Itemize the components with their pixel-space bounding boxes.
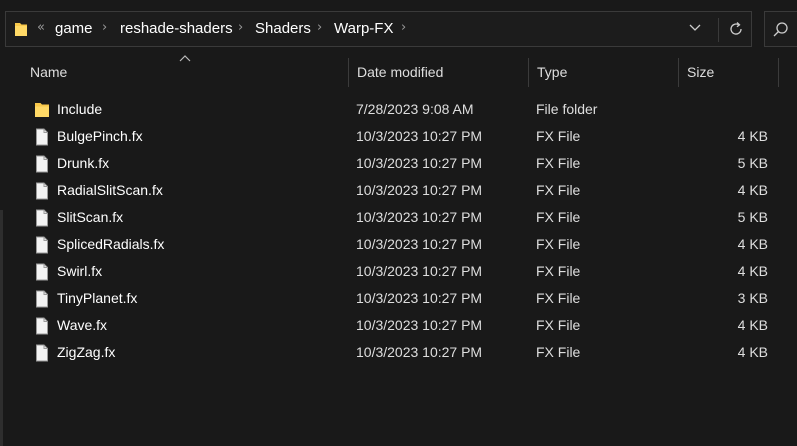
file-type: FX File	[536, 209, 581, 225]
file-type: FX File	[536, 263, 581, 279]
file-icon	[34, 128, 50, 146]
file-icon	[34, 155, 50, 173]
file-date-modified: 10/3/2023 10:27 PM	[356, 290, 483, 306]
file-date-modified: 10/3/2023 10:27 PM	[356, 128, 483, 144]
address-divider	[718, 18, 719, 42]
file-name: TinyPlanet.fx	[57, 290, 138, 306]
file-size: 4 KB	[737, 263, 768, 279]
file-name: Wave.fx	[57, 317, 108, 333]
crumb-separator-icon[interactable]: ›	[317, 19, 322, 37]
file-row[interactable]: BulgePinch.fx 10/3/2023 10:27 PM FX File…	[0, 123, 797, 150]
column-header: Name Date modified Type Size	[0, 58, 797, 87]
crumb-reshade-shaders[interactable]: reshade-shaders	[120, 20, 233, 38]
crumb-separator-icon[interactable]: ›	[238, 19, 243, 37]
file-row[interactable]: RadialSlitScan.fx 10/3/2023 10:27 PM FX …	[0, 177, 797, 204]
file-name: Drunk.fx	[57, 155, 110, 171]
file-name: RadialSlitScan.fx	[57, 182, 163, 198]
file-row[interactable]: SlitScan.fx 10/3/2023 10:27 PM FX File 5…	[0, 204, 797, 231]
file-icon	[34, 236, 50, 254]
file-type: File folder	[536, 101, 598, 117]
folder-icon	[15, 23, 27, 36]
search-box[interactable]	[764, 11, 797, 47]
file-row[interactable]: Include 7/28/2023 9:08 AM File folder	[0, 96, 797, 123]
file-size: 4 KB	[737, 236, 768, 252]
file-name: SplicedRadials.fx	[57, 236, 165, 252]
folder-icon	[34, 101, 50, 119]
file-icon	[34, 344, 50, 362]
sort-ascending-icon	[179, 55, 191, 62]
file-icon	[34, 290, 50, 308]
file-name: BulgePinch.fx	[57, 128, 143, 144]
file-date-modified: 10/3/2023 10:27 PM	[356, 263, 483, 279]
file-row[interactable]: TinyPlanet.fx 10/3/2023 10:27 PM FX File…	[0, 285, 797, 312]
column-type[interactable]: Type	[528, 58, 678, 87]
search-icon	[773, 22, 788, 37]
file-icon	[34, 209, 50, 227]
file-date-modified: 10/3/2023 10:27 PM	[356, 344, 483, 360]
file-name: Swirl.fx	[57, 263, 103, 279]
refresh-icon[interactable]	[727, 20, 745, 38]
file-type: FX File	[536, 236, 581, 252]
address-bar[interactable]: « game › reshade-shaders › Shaders › War…	[5, 11, 752, 47]
file-row[interactable]: SplicedRadials.fx 10/3/2023 10:27 PM FX …	[0, 231, 797, 258]
crumb-shaders[interactable]: Shaders	[255, 20, 311, 38]
file-type: FX File	[536, 290, 581, 306]
crumb-separator-icon[interactable]: ›	[401, 19, 406, 37]
file-row[interactable]: Wave.fx 10/3/2023 10:27 PM FX File 4 KB	[0, 312, 797, 339]
overflow-chevron-icon[interactable]: «	[37, 19, 45, 37]
column-resize-handle[interactable]	[778, 58, 779, 87]
file-icon	[34, 317, 50, 335]
file-size: 5 KB	[737, 209, 768, 225]
file-row[interactable]: Swirl.fx 10/3/2023 10:27 PM FX File 4 KB	[0, 258, 797, 285]
file-row[interactable]: Drunk.fx 10/3/2023 10:27 PM FX File 5 KB	[0, 150, 797, 177]
column-size[interactable]: Size	[678, 58, 778, 87]
file-type: FX File	[536, 344, 581, 360]
file-icon	[34, 263, 50, 281]
file-date-modified: 10/3/2023 10:27 PM	[356, 182, 483, 198]
file-date-modified: 10/3/2023 10:27 PM	[356, 155, 483, 171]
crumb-warp-fx[interactable]: Warp-FX	[334, 20, 393, 38]
file-size: 3 KB	[737, 290, 768, 306]
file-size: 4 KB	[737, 182, 768, 198]
file-size: 4 KB	[737, 128, 768, 144]
column-date-modified[interactable]: Date modified	[348, 58, 528, 87]
address-bar-row: « game › reshade-shaders › Shaders › War…	[0, 0, 797, 58]
file-name: ZigZag.fx	[57, 344, 116, 360]
file-type: FX File	[536, 128, 581, 144]
file-type: FX File	[536, 182, 581, 198]
file-type: FX File	[536, 317, 581, 333]
crumb-game[interactable]: game	[55, 20, 93, 38]
file-date-modified: 10/3/2023 10:27 PM	[356, 317, 483, 333]
file-icon	[34, 182, 50, 200]
file-name: SlitScan.fx	[57, 209, 124, 225]
file-date-modified: 10/3/2023 10:27 PM	[356, 209, 483, 225]
file-date-modified: 7/28/2023 9:08 AM	[356, 101, 474, 117]
file-date-modified: 10/3/2023 10:27 PM	[356, 236, 483, 252]
file-name: Include	[57, 101, 103, 117]
chevron-down-icon[interactable]	[689, 24, 701, 32]
file-size: 5 KB	[737, 155, 768, 171]
file-row[interactable]: ZigZag.fx 10/3/2023 10:27 PM FX File 4 K…	[0, 339, 797, 366]
file-size: 4 KB	[737, 344, 768, 360]
file-size: 4 KB	[737, 317, 768, 333]
file-type: FX File	[536, 155, 581, 171]
column-name[interactable]: Name	[21, 58, 348, 87]
crumb-separator-icon[interactable]: ›	[102, 19, 107, 37]
